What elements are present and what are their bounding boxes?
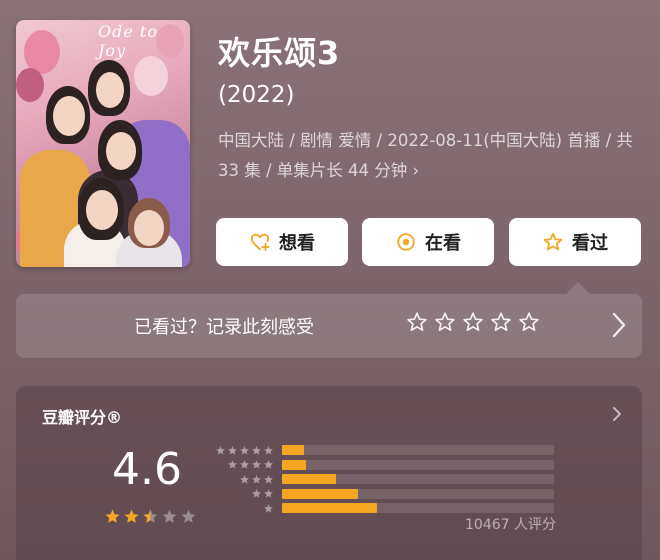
star-icon (252, 489, 261, 498)
star-icon (228, 445, 237, 455)
distribution-bar (282, 474, 337, 484)
distribution-row (212, 459, 554, 471)
watching-label: 在看 (425, 233, 461, 254)
distribution-bar (282, 445, 304, 455)
star-icon (252, 474, 261, 484)
poster-logo: Ode to Joy (98, 22, 158, 60)
want-to-watch-button[interactable]: 想看 (216, 218, 348, 266)
distribution-row (212, 502, 554, 514)
person-face (53, 96, 85, 136)
chevron-right-icon[interactable] (612, 406, 622, 422)
chevron-right-icon[interactable] (612, 312, 626, 338)
watching-button[interactable]: 在看 (362, 218, 494, 266)
star-icon (264, 445, 273, 455)
person-face (96, 72, 124, 108)
star-icon (240, 460, 249, 469)
want-to-watch-label: 想看 (279, 233, 315, 254)
distribution-row (212, 473, 554, 485)
distribution-track (282, 488, 554, 499)
rating-score: 4.6 (112, 444, 182, 495)
star-outline-icon (435, 312, 455, 331)
person-face (86, 190, 118, 230)
person-face (106, 132, 136, 170)
watched-label: 看过 (572, 233, 608, 254)
star-icon (143, 509, 158, 523)
star-icon (240, 474, 249, 484)
star-icon (162, 509, 177, 523)
star-icon (216, 445, 225, 455)
star-outline-icon (543, 232, 563, 251)
star-outline-icon (519, 312, 539, 331)
star-icon (264, 503, 273, 513)
star-icon (240, 445, 249, 455)
rate-stars[interactable] (406, 311, 540, 333)
rating-label: 豆瓣评分® (42, 408, 123, 427)
distribution-row (212, 488, 554, 500)
star-icon (252, 445, 261, 455)
distribution-stars (212, 503, 274, 514)
star-outline-icon (407, 312, 427, 331)
rating-count: 10467 人评分 (465, 517, 556, 533)
star-icon (124, 509, 139, 523)
balloon-shape (16, 68, 44, 102)
distribution-track (282, 503, 554, 513)
heart-plus-icon (250, 233, 270, 252)
star-icon (264, 460, 273, 469)
star-outline-icon (491, 312, 511, 331)
distribution-track (282, 459, 554, 470)
show-title: 欢乐颂3 (218, 34, 341, 72)
poster-image[interactable]: Ode to Joy (16, 20, 190, 267)
star-icon (252, 460, 261, 469)
distribution-stars (212, 459, 274, 470)
record-prompt: 已看过？记录此刻感受 (134, 317, 314, 338)
balloon-shape (134, 56, 168, 96)
card-pointer (566, 282, 590, 294)
show-meta[interactable]: 中国大陆 / 剧情 爱情 / 2022-08-11(中国大陆) 首播 / 共 3… (218, 126, 640, 186)
star-icon (181, 509, 196, 523)
distribution-track (282, 445, 554, 455)
distribution-bar (282, 488, 359, 499)
distribution-stars (212, 488, 274, 499)
watched-button[interactable]: 看过 (509, 218, 641, 266)
target-circle-icon (397, 233, 415, 251)
star-icon (105, 509, 120, 523)
distribution-bar (282, 503, 378, 513)
record-feeling-card[interactable]: 已看过？记录此刻感受 (16, 294, 642, 358)
distribution-row (212, 444, 554, 456)
distribution-track (282, 474, 554, 484)
distribution-stars (212, 474, 274, 485)
rating-card[interactable]: 豆瓣评分® 4.6 10467 人评分 (16, 386, 642, 560)
star-icon (264, 489, 273, 498)
show-year: (2022) (218, 82, 295, 108)
star-icon (228, 460, 237, 469)
score-stars (104, 508, 197, 525)
star-outline-icon (463, 312, 483, 331)
person-face (134, 210, 164, 246)
distribution-bar (282, 459, 307, 470)
star-icon (264, 474, 273, 484)
distribution-stars (212, 445, 274, 456)
